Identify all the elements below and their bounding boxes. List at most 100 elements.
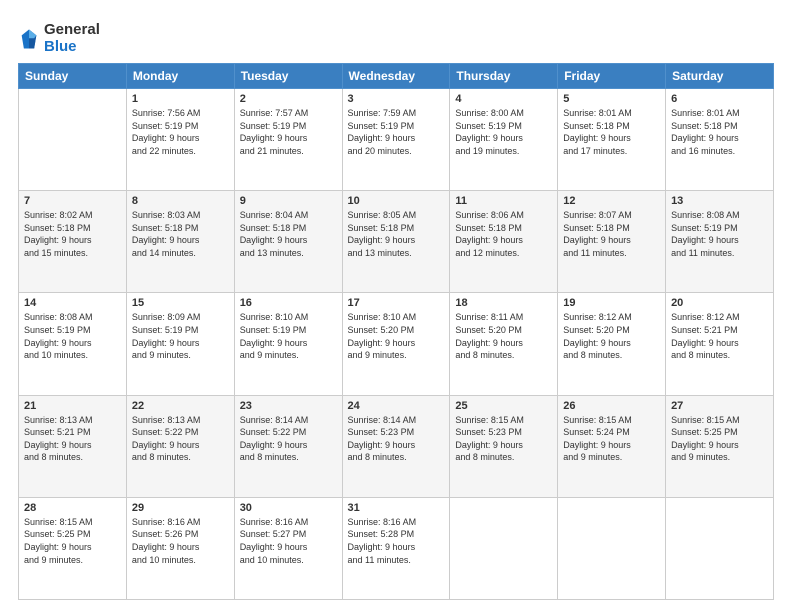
calendar-cell: 10 Sunrise: 8:05 AM Sunset: 5:18 PM Dayli… — [342, 191, 450, 293]
day-info: Sunrise: 8:02 AM Sunset: 5:18 PM Dayligh… — [24, 209, 121, 259]
day-info: Sunrise: 8:04 AM Sunset: 5:18 PM Dayligh… — [240, 209, 337, 259]
day-info: Sunrise: 8:15 AM Sunset: 5:25 PM Dayligh… — [24, 516, 121, 566]
logo-line2: Blue — [44, 39, 100, 56]
calendar-week-row: 28 Sunrise: 8:15 AM Sunset: 5:25 PM Dayli… — [19, 497, 774, 599]
calendar-cell: 3 Sunrise: 7:59 AM Sunset: 5:19 PM Daylig… — [342, 89, 450, 191]
calendar-cell: 16 Sunrise: 8:10 AM Sunset: 5:19 PM Dayli… — [234, 293, 342, 395]
calendar-cell: 18 Sunrise: 8:11 AM Sunset: 5:20 PM Dayli… — [450, 293, 558, 395]
calendar-cell: 17 Sunrise: 8:10 AM Sunset: 5:20 PM Dayli… — [342, 293, 450, 395]
day-number: 18 — [455, 297, 552, 309]
day-number: 13 — [671, 195, 768, 207]
day-info: Sunrise: 8:11 AM Sunset: 5:20 PM Dayligh… — [455, 311, 552, 361]
calendar-cell: 28 Sunrise: 8:15 AM Sunset: 5:25 PM Dayli… — [19, 497, 127, 599]
calendar-week-row: 1 Sunrise: 7:56 AM Sunset: 5:19 PM Daylig… — [19, 89, 774, 191]
day-number: 27 — [671, 400, 768, 412]
day-info: Sunrise: 7:59 AM Sunset: 5:19 PM Dayligh… — [348, 107, 445, 157]
day-info: Sunrise: 8:13 AM Sunset: 5:22 PM Dayligh… — [132, 414, 229, 464]
day-info: Sunrise: 8:16 AM Sunset: 5:27 PM Dayligh… — [240, 516, 337, 566]
day-info: Sunrise: 8:15 AM Sunset: 5:23 PM Dayligh… — [455, 414, 552, 464]
day-number: 21 — [24, 400, 121, 412]
day-number: 9 — [240, 195, 337, 207]
calendar-cell: 19Sunrise: 8:12 AM Sunset: 5:20 PM Dayli… — [558, 293, 666, 395]
page: General Blue SundayMondayTuesdayWednesda… — [0, 0, 792, 612]
day-number: 22 — [132, 400, 229, 412]
calendar-cell: 25 Sunrise: 8:15 AM Sunset: 5:23 PM Dayli… — [450, 395, 558, 497]
weekday-header-monday: Monday — [126, 64, 234, 89]
weekday-header-thursday: Thursday — [450, 64, 558, 89]
weekday-header-friday: Friday — [558, 64, 666, 89]
calendar-cell: 7 Sunrise: 8:02 AM Sunset: 5:18 PM Daylig… — [19, 191, 127, 293]
day-number: 7 — [24, 195, 121, 207]
day-number: 6 — [671, 93, 768, 105]
calendar-cell: 24Sunrise: 8:14 AM Sunset: 5:23 PM Dayli… — [342, 395, 450, 497]
day-info: Sunrise: 8:10 AM Sunset: 5:20 PM Dayligh… — [348, 311, 445, 361]
calendar-cell: 27 Sunrise: 8:15 AM Sunset: 5:25 PM Dayli… — [666, 395, 774, 497]
day-info: Sunrise: 8:13 AM Sunset: 5:21 PM Dayligh… — [24, 414, 121, 464]
weekday-header-tuesday: Tuesday — [234, 64, 342, 89]
weekday-header-sunday: Sunday — [19, 64, 127, 89]
day-info: Sunrise: 8:00 AM Sunset: 5:19 PM Dayligh… — [455, 107, 552, 157]
day-number: 17 — [348, 297, 445, 309]
day-number: 23 — [240, 400, 337, 412]
day-info: Sunrise: 8:15 AM Sunset: 5:24 PM Dayligh… — [563, 414, 660, 464]
day-info: Sunrise: 8:01 AM Sunset: 5:18 PM Dayligh… — [671, 107, 768, 157]
day-number: 5 — [563, 93, 660, 105]
calendar-cell: 22 Sunrise: 8:13 AM Sunset: 5:22 PM Dayli… — [126, 395, 234, 497]
day-number: 24 — [348, 400, 445, 412]
day-info: Sunrise: 8:06 AM Sunset: 5:18 PM Dayligh… — [455, 209, 552, 259]
day-number: 16 — [240, 297, 337, 309]
calendar-cell: 11 Sunrise: 8:06 AM Sunset: 5:18 PM Dayli… — [450, 191, 558, 293]
calendar-week-row: 14Sunrise: 8:08 AM Sunset: 5:19 PM Dayli… — [19, 293, 774, 395]
calendar-cell: 30 Sunrise: 8:16 AM Sunset: 5:27 PM Dayli… — [234, 497, 342, 599]
day-info: Sunrise: 8:07 AM Sunset: 5:18 PM Dayligh… — [563, 209, 660, 259]
calendar-cell: 29 Sunrise: 8:16 AM Sunset: 5:26 PM Dayli… — [126, 497, 234, 599]
day-number: 1 — [132, 93, 229, 105]
day-number: 3 — [348, 93, 445, 105]
calendar-cell — [450, 497, 558, 599]
day-number: 29 — [132, 502, 229, 514]
logo-icon — [18, 28, 40, 50]
day-number: 4 — [455, 93, 552, 105]
day-info: Sunrise: 8:05 AM Sunset: 5:18 PM Dayligh… — [348, 209, 445, 259]
calendar-cell: 13 Sunrise: 8:08 AM Sunset: 5:19 PM Dayli… — [666, 191, 774, 293]
day-info: Sunrise: 7:56 AM Sunset: 5:19 PM Dayligh… — [132, 107, 229, 157]
calendar-cell: 31Sunrise: 8:16 AM Sunset: 5:28 PM Dayli… — [342, 497, 450, 599]
day-info: Sunrise: 8:16 AM Sunset: 5:26 PM Dayligh… — [132, 516, 229, 566]
day-info: Sunrise: 8:12 AM Sunset: 5:21 PM Dayligh… — [671, 311, 768, 361]
calendar-cell: 8Sunrise: 8:03 AM Sunset: 5:18 PM Daylig… — [126, 191, 234, 293]
weekday-header-wednesday: Wednesday — [342, 64, 450, 89]
calendar-cell: 21 Sunrise: 8:13 AM Sunset: 5:21 PM Dayli… — [19, 395, 127, 497]
calendar-cell: 23 Sunrise: 8:14 AM Sunset: 5:22 PM Dayli… — [234, 395, 342, 497]
day-number: 28 — [24, 502, 121, 514]
calendar-cell: 4 Sunrise: 8:00 AM Sunset: 5:19 PM Daylig… — [450, 89, 558, 191]
day-number: 8 — [132, 195, 229, 207]
day-info: Sunrise: 8:12 AM Sunset: 5:20 PM Dayligh… — [563, 311, 660, 361]
calendar-cell — [19, 89, 127, 191]
day-info: Sunrise: 8:08 AM Sunset: 5:19 PM Dayligh… — [671, 209, 768, 259]
day-info: Sunrise: 8:14 AM Sunset: 5:22 PM Dayligh… — [240, 414, 337, 464]
calendar-cell: 9 Sunrise: 8:04 AM Sunset: 5:18 PM Daylig… — [234, 191, 342, 293]
calendar-cell — [666, 497, 774, 599]
day-number: 14 — [24, 297, 121, 309]
calendar-table: SundayMondayTuesdayWednesdayThursdayFrid… — [18, 63, 774, 600]
day-number: 11 — [455, 195, 552, 207]
day-number: 26 — [563, 400, 660, 412]
day-number: 25 — [455, 400, 552, 412]
day-info: Sunrise: 8:15 AM Sunset: 5:25 PM Dayligh… — [671, 414, 768, 464]
calendar-week-row: 21 Sunrise: 8:13 AM Sunset: 5:21 PM Dayli… — [19, 395, 774, 497]
logo: General Blue — [18, 22, 100, 55]
day-info: Sunrise: 8:10 AM Sunset: 5:19 PM Dayligh… — [240, 311, 337, 361]
weekday-header-saturday: Saturday — [666, 64, 774, 89]
calendar-cell: 20Sunrise: 8:12 AM Sunset: 5:21 PM Dayli… — [666, 293, 774, 395]
day-info: Sunrise: 7:57 AM Sunset: 5:19 PM Dayligh… — [240, 107, 337, 157]
calendar-cell: 5Sunrise: 8:01 AM Sunset: 5:18 PM Daylig… — [558, 89, 666, 191]
day-number: 30 — [240, 502, 337, 514]
calendar-cell: 2Sunrise: 7:57 AM Sunset: 5:19 PM Daylig… — [234, 89, 342, 191]
day-info: Sunrise: 8:16 AM Sunset: 5:28 PM Dayligh… — [348, 516, 445, 566]
calendar-cell: 6 Sunrise: 8:01 AM Sunset: 5:18 PM Daylig… — [666, 89, 774, 191]
day-number: 12 — [563, 195, 660, 207]
calendar-cell: 12 Sunrise: 8:07 AM Sunset: 5:18 PM Dayli… — [558, 191, 666, 293]
day-number: 15 — [132, 297, 229, 309]
day-number: 10 — [348, 195, 445, 207]
logo-line1: General — [44, 22, 100, 39]
